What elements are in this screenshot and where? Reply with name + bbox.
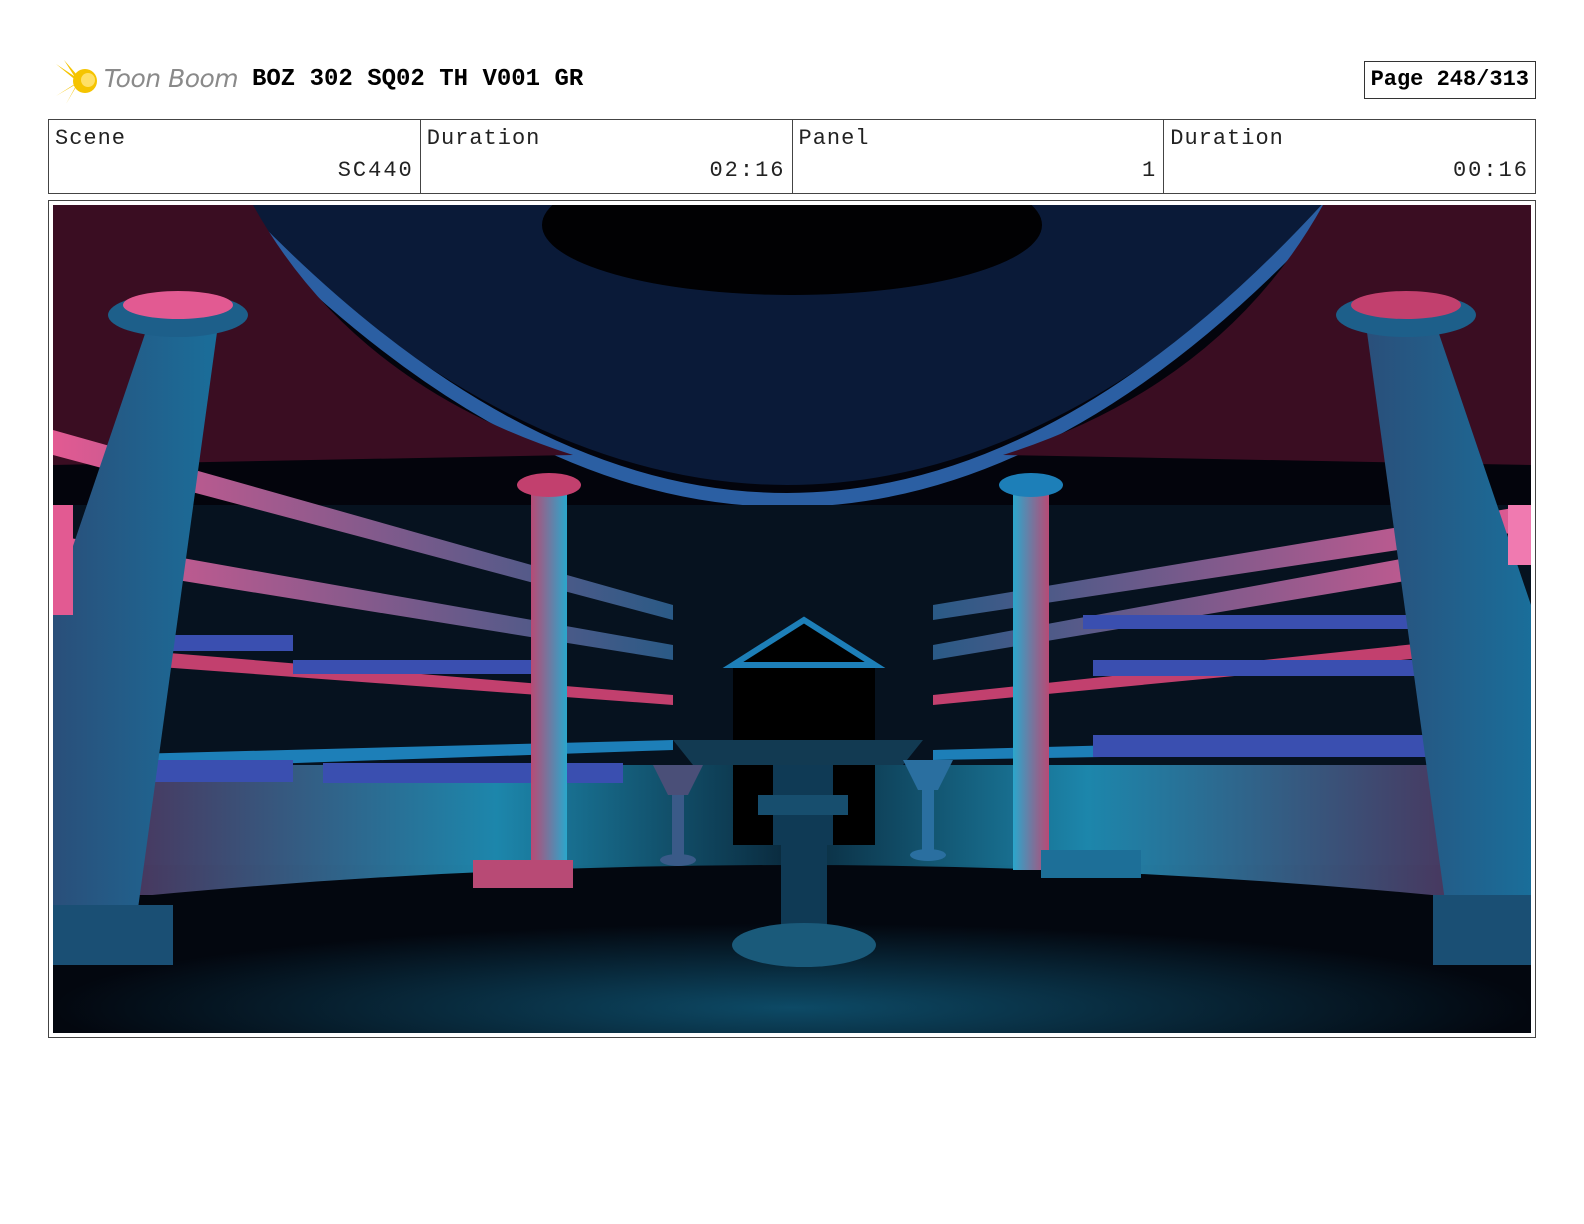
scene-duration-label: Duration: [426, 126, 541, 151]
scene-value: SC440: [337, 158, 414, 183]
throne-room-illustration: [53, 155, 1531, 1033]
panel-duration-label: Duration: [1170, 126, 1284, 151]
scene-cell: Scene SC440: [49, 120, 420, 193]
storyboard-panel-frame: [48, 155, 1536, 1038]
page-number: Page 248/313: [1363, 61, 1536, 99]
scene-label: Scene: [55, 126, 127, 151]
panel-label: Panel: [798, 126, 870, 151]
panel-info-table: Scene SC440 Duration 02:16 Panel 1 Durat…: [48, 119, 1536, 194]
logo-text: Toon Boom: [104, 64, 239, 93]
panel-duration-cell: Duration 00:16: [1163, 120, 1535, 193]
panel-duration-value: 00:16: [1452, 158, 1529, 183]
panel-cell: Panel 1: [791, 120, 1164, 193]
document-title: BOZ 302 SQ02 TH V001 GR: [252, 66, 584, 93]
panel-value: 1: [1142, 158, 1158, 183]
scene-duration-value: 02:16: [709, 158, 786, 183]
storyboard-panel-image: [53, 155, 1531, 1033]
scene-duration-cell: Duration 02:16: [419, 120, 792, 193]
starburst-icon: [54, 60, 97, 104]
toon-boom-logo: Toon Boom: [52, 56, 242, 108]
page-header: Toon Boom BOZ 302 SQ02 TH V001 GR Page 2…: [52, 56, 1536, 108]
